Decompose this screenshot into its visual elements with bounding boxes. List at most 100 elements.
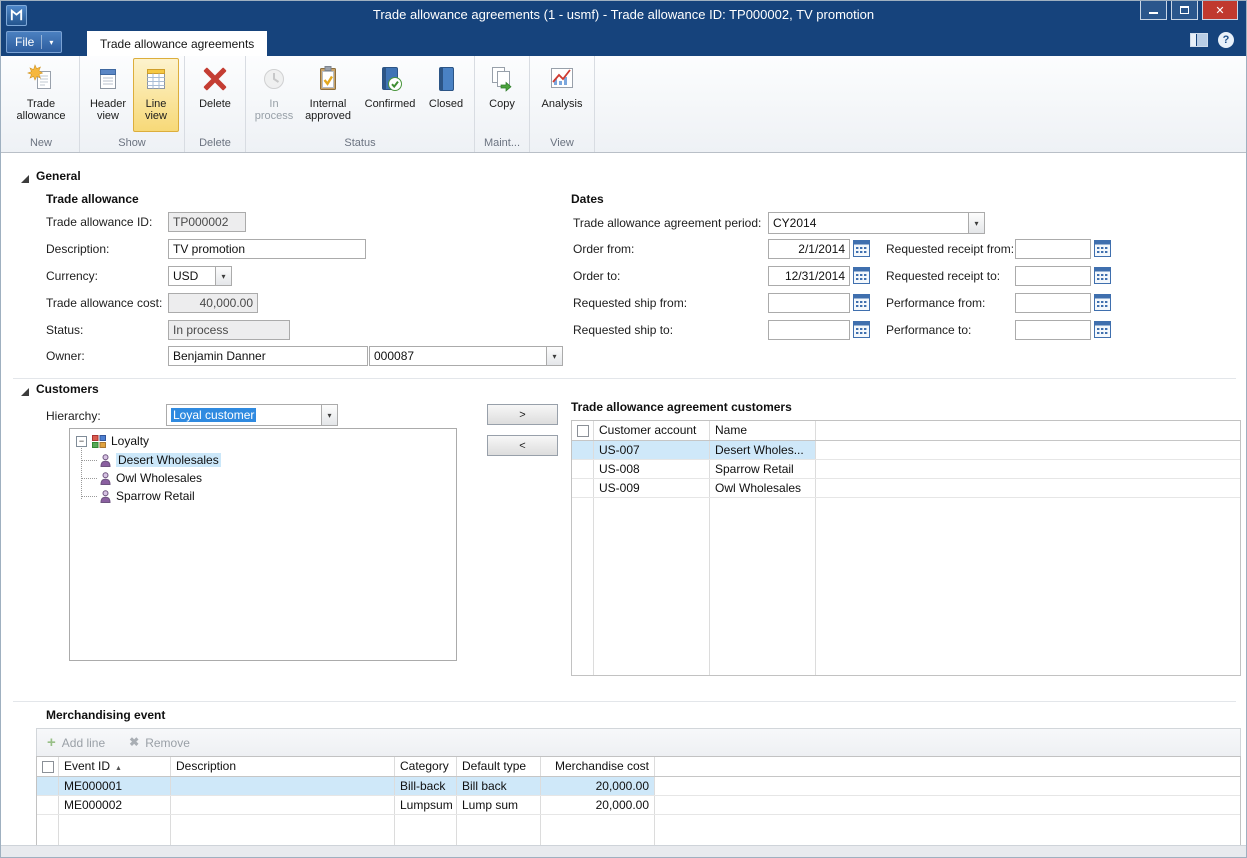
calendar-icon: [1094, 267, 1111, 284]
order-to-field[interactable]: 12/31/2014: [768, 266, 850, 286]
requested-ship-to-field[interactable]: [768, 320, 850, 340]
label-performance-from: Performance from:: [886, 296, 985, 310]
add-line-button[interactable]: + Add line: [47, 735, 105, 750]
loyalty-group-icon: [92, 435, 106, 448]
row-checkbox-cell[interactable]: [37, 796, 59, 814]
tree-collapse-icon[interactable]: −: [76, 436, 87, 447]
select-all-checkbox[interactable]: [572, 421, 594, 440]
ribbon-group-delete: Delete Delete: [185, 56, 246, 152]
ribbon-button-confirmed[interactable]: Confirmed: [359, 58, 421, 132]
label-requested-ship-to: Requested ship to:: [573, 323, 673, 337]
customers-row-us009[interactable]: US-009 Owl Wholesales: [572, 479, 1240, 498]
help-icon[interactable]: ?: [1218, 32, 1234, 48]
performance-to-field[interactable]: [1015, 320, 1091, 340]
row-checkbox-cell[interactable]: [37, 777, 59, 795]
ribbon-button-analysis[interactable]: Analysis: [535, 58, 589, 132]
agreement-period-field[interactable]: CY2014: [768, 212, 969, 234]
add-line-label: Add line: [62, 736, 105, 750]
order-from-datepicker-button[interactable]: [852, 239, 871, 258]
ribbon-group-new: Trade allowance New: [3, 56, 80, 152]
col-customer-account[interactable]: Customer account: [594, 421, 710, 440]
owner-id-field[interactable]: 000087: [369, 346, 547, 366]
customers-grid: Customer account Name US-007 Desert Whol…: [571, 420, 1241, 676]
ribbon-button-copy[interactable]: Copy: [480, 58, 524, 132]
row-checkbox-cell[interactable]: [572, 441, 594, 459]
customers-section-header[interactable]: Customers: [21, 382, 99, 396]
requested-receipt-from-field[interactable]: [1015, 239, 1091, 259]
app-icon[interactable]: [6, 5, 27, 26]
col-event-id[interactable]: Event ID▲: [59, 757, 171, 776]
ribbon-button-internal-approved[interactable]: Internal approved: [299, 58, 357, 132]
customers-row-us007[interactable]: US-007 Desert Wholes...: [572, 441, 1240, 460]
requested-receipt-to-datepicker-button[interactable]: [1093, 266, 1112, 285]
owner-name-field[interactable]: Benjamin Danner: [168, 346, 368, 366]
col-default-type[interactable]: Default type: [457, 757, 541, 776]
merchandising-row-me000002[interactable]: ME000002 Lumpsum Lump sum 20,000.00: [37, 796, 1240, 815]
cell-category: Lumpsum: [395, 796, 457, 814]
tree-node-owl-wholesales[interactable]: Owl Wholesales: [100, 471, 202, 485]
ribbon-button-label: In process: [254, 98, 294, 122]
file-menu-button[interactable]: File ▾: [6, 31, 62, 53]
label-trade-allowance-cost: Trade allowance cost:: [46, 296, 162, 310]
tab-trade-allowance-agreements[interactable]: Trade allowance agreements: [87, 31, 267, 56]
merchandising-row-me000001[interactable]: ME000001 Bill-back Bill back 20,000.00: [37, 777, 1240, 796]
performance-from-field[interactable]: [1015, 293, 1091, 313]
general-section-header[interactable]: General: [21, 169, 81, 183]
cell-name: Owl Wholesales: [710, 479, 816, 497]
requested-receipt-from-datepicker-button[interactable]: [1093, 239, 1112, 258]
requested-ship-from-datepicker-button[interactable]: [852, 293, 871, 312]
row-checkbox-cell[interactable]: [572, 479, 594, 497]
cell-filler: [816, 441, 1240, 459]
ribbon-button-line-view[interactable]: Line view: [133, 58, 179, 132]
label-agreement-period: Trade allowance agreement period:: [573, 216, 761, 230]
maximize-button[interactable]: [1171, 1, 1198, 20]
ribbon-button-closed[interactable]: Closed: [423, 58, 469, 132]
cell-customer-account: US-008: [594, 460, 710, 478]
ribbon-group-show: Header view Line view Show: [80, 56, 185, 152]
hierarchy-dropdown-button[interactable]: ▾: [321, 404, 338, 426]
agreement-period-dropdown-button[interactable]: ▾: [968, 212, 985, 234]
owner-dropdown-button[interactable]: ▾: [546, 346, 563, 366]
performance-to-datepicker-button[interactable]: [1093, 320, 1112, 339]
col-merchandise-cost[interactable]: Merchandise cost: [541, 757, 655, 776]
requested-ship-from-field[interactable]: [768, 293, 850, 313]
ribbon-button-delete[interactable]: Delete: [190, 58, 240, 132]
ribbon-group-maintain: Copy Maint...: [475, 56, 530, 152]
close-button[interactable]: ✕: [1202, 1, 1238, 20]
currency-dropdown-button[interactable]: ▾: [215, 266, 232, 286]
chevron-down-icon: ▾: [41, 35, 53, 49]
col-category[interactable]: Category: [395, 757, 457, 776]
tree-node-loyalty[interactable]: − Loyalty: [76, 434, 149, 448]
hierarchy-field[interactable]: Loyal customer: [166, 404, 322, 426]
requested-ship-to-datepicker-button[interactable]: [852, 320, 871, 339]
empty-cell: [59, 815, 171, 845]
tree-node-desert-wholesales[interactable]: Desert Wholesales: [100, 453, 221, 467]
label-order-to: Order to:: [573, 269, 620, 283]
cell-name: Sparrow Retail: [710, 460, 816, 478]
ribbon-button-header-view[interactable]: Header view: [85, 58, 131, 132]
customers-row-us008[interactable]: US-008 Sparrow Retail: [572, 460, 1240, 479]
select-all-checkbox[interactable]: [37, 757, 59, 776]
move-left-button[interactable]: <: [487, 435, 558, 456]
move-right-button[interactable]: >: [487, 404, 558, 425]
tree-node-sparrow-retail[interactable]: Sparrow Retail: [100, 489, 195, 503]
col-name[interactable]: Name: [710, 421, 816, 440]
performance-from-datepicker-button[interactable]: [1093, 293, 1112, 312]
description-field[interactable]: TV promotion: [168, 239, 366, 259]
requested-receipt-to-field[interactable]: [1015, 266, 1091, 286]
ribbon-button-trade-allowance[interactable]: Trade allowance: [8, 58, 74, 132]
layout-icon[interactable]: [1190, 33, 1208, 47]
order-to-datepicker-button[interactable]: [852, 266, 871, 285]
empty-cell: [572, 498, 594, 675]
row-checkbox-cell[interactable]: [572, 460, 594, 478]
col-description[interactable]: Description: [171, 757, 395, 776]
ribbon-button-label: Confirmed: [365, 98, 416, 110]
minimize-button[interactable]: [1140, 1, 1167, 20]
order-from-field[interactable]: 2/1/2014: [768, 239, 850, 259]
remove-button[interactable]: ✖ Remove: [129, 736, 190, 750]
closed-icon: [431, 64, 461, 94]
calendar-icon: [1094, 321, 1111, 338]
trade-allowance-id-field[interactable]: TP000002: [168, 212, 246, 232]
empty-cell: [171, 815, 395, 845]
currency-field[interactable]: USD: [168, 266, 216, 286]
